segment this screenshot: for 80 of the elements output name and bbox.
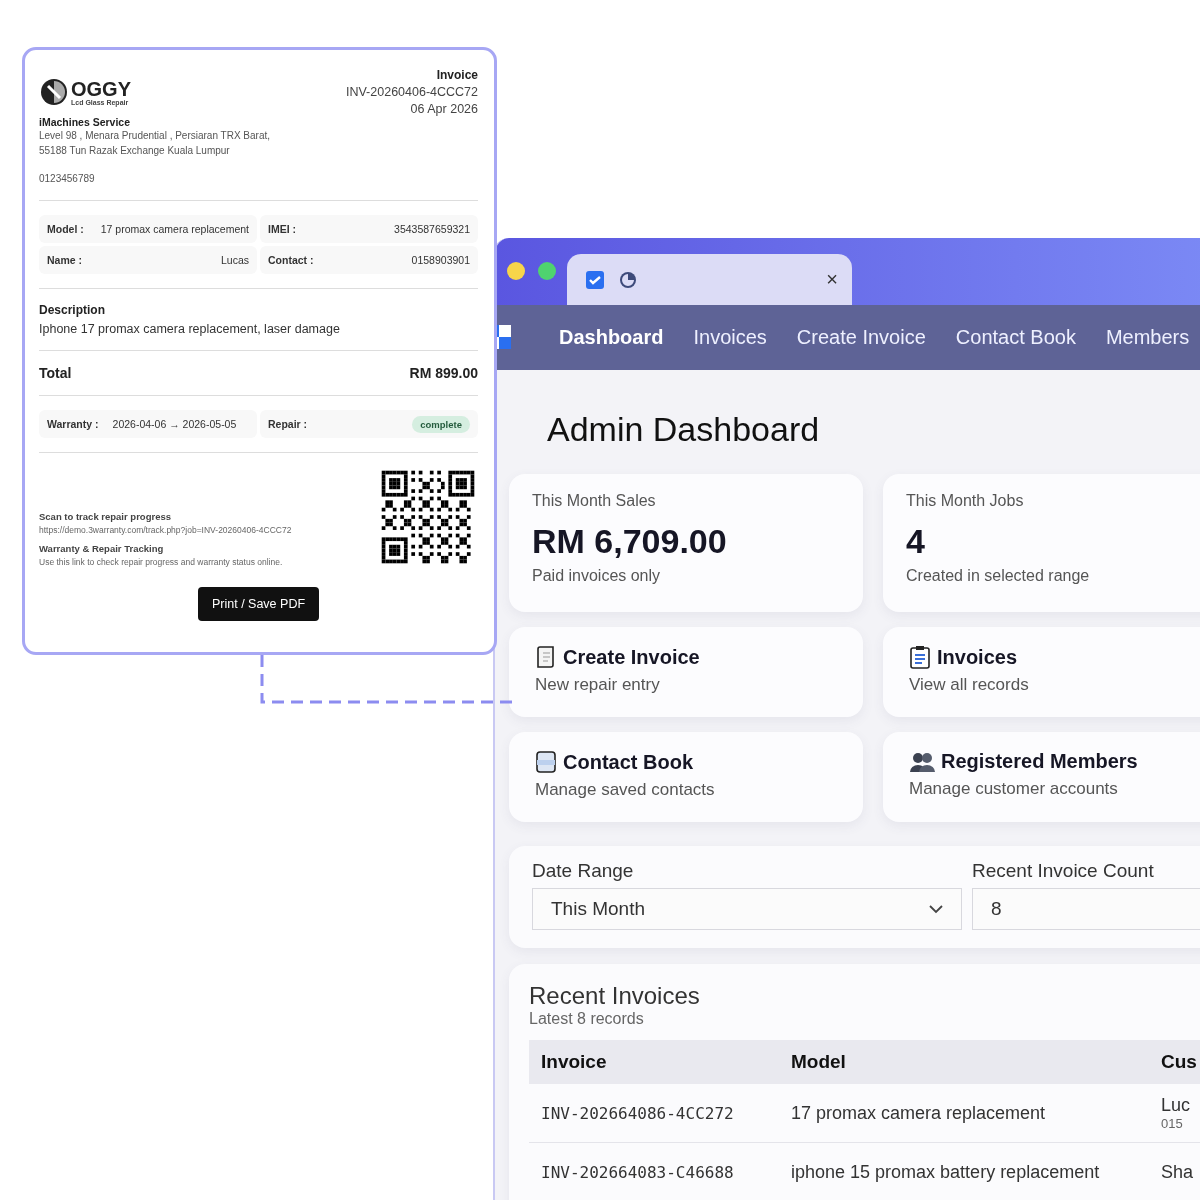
column-header: Invoice — [540, 1051, 608, 1073]
detail-value: 0158903901 — [411, 254, 470, 266]
card-title: Invoices — [937, 645, 1018, 669]
detail-value: Lucas — [220, 254, 249, 266]
minimize-icon[interactable] — [507, 262, 525, 280]
invoice-number: INV-20260406-4CCC72 — [345, 85, 478, 99]
stat-label: This Month Sales — [532, 492, 657, 510]
total-value: RM 899.00 — [409, 365, 478, 381]
description-text: Iphone 17 promax camera replacement, laser damage — [39, 322, 341, 336]
clipboard-icon — [909, 645, 931, 669]
shop-phone: 0123456789 — [39, 172, 96, 186]
tracking-note: Use this link to check repair progress and warranty status online. — [39, 557, 284, 567]
date-range-select[interactable]: This Month — [532, 888, 962, 930]
checkbox-icon — [585, 269, 605, 290]
tracking-heading: Scan to track repair progress — [39, 511, 172, 522]
card-subtitle: Manage saved contacts — [535, 780, 716, 800]
card-title: Registered Members — [941, 750, 1138, 773]
stat-value: 4 — [906, 522, 926, 561]
shortcut-card[interactable]: Registered Members Manage customer accounts — [883, 732, 1200, 822]
stat-note: Created in selected range — [906, 567, 1091, 585]
invoice-title: Invoice — [436, 68, 478, 82]
logo-name: OGGY — [71, 78, 131, 99]
section-title: Recent Invoices — [529, 982, 701, 1010]
tracking-subheading: Warranty & Repair Tracking — [39, 543, 165, 554]
shop-name: iMachines Service — [39, 116, 132, 128]
card-subtitle: View all records — [909, 675, 1030, 695]
column-header: Cus — [1161, 1051, 1197, 1073]
card-icon — [535, 750, 557, 774]
shop-address: 55188 Tun Razak Exchange Kuala Lumpur — [39, 144, 231, 158]
table-cell-text: 17 promax camera replacement — [791, 1102, 1047, 1124]
nav-link[interactable]: Contact Book — [955, 326, 1076, 349]
table-cell: Luc — [1161, 1095, 1191, 1116]
table-cell-text: 015 — [1161, 1116, 1184, 1131]
field-label: Date Range — [532, 860, 635, 882]
field-label: Recent Invoice Count — [972, 860, 1155, 882]
card-subtitle: New repair entry — [535, 675, 661, 695]
chevron-down-icon — [929, 904, 943, 914]
shortcut-card[interactable]: Contact Book Manage saved contacts — [509, 732, 863, 822]
status-badge: complete — [412, 415, 470, 433]
maximize-icon[interactable] — [538, 262, 556, 280]
detail-value: 2026-04-06 → 2026-05-05 — [112, 418, 237, 430]
detail-label: Repair : — [268, 418, 308, 430]
scroll-icon — [535, 645, 557, 669]
table-cell-text: iphone 15 promax battery replacement — [791, 1161, 1101, 1183]
tracking-link[interactable]: https://demo.3warranty.com/track.php?job=INV-20260406-4CCC72 — [39, 525, 292, 535]
shortcut-card[interactable]: Create Invoice New repair entry — [509, 627, 863, 717]
shop-address: Level 98 , Menara Prudential , Persiaran TRX Barat, — [39, 129, 272, 143]
stat-label: This Month Jobs — [906, 492, 1025, 510]
total-label: Total — [39, 365, 72, 381]
detail-value: 3543587659321 — [394, 223, 470, 235]
people-icon — [909, 750, 935, 773]
stat-note: Paid invoices only — [532, 567, 662, 585]
nav-link[interactable]: Create Invoice — [796, 326, 926, 349]
table-cell-text: INV-202664083-C46688 — [540, 1162, 735, 1182]
nav-link[interactable]: Dashboard — [559, 326, 664, 349]
card-title: Contact Book — [563, 750, 693, 774]
table-cell: Sha — [1161, 1161, 1194, 1183]
column-header: Model — [791, 1051, 847, 1073]
description-heading: Description — [39, 303, 106, 317]
detail-label: Contact : — [268, 254, 314, 266]
count-input[interactable]: 8 — [972, 888, 1200, 930]
close-button[interactable]: × — [826, 268, 838, 291]
browser-tab[interactable]: × — [567, 254, 852, 305]
detail-label: Name : — [47, 254, 82, 266]
detail-label: Model : — [47, 223, 84, 235]
shortcut-card[interactable]: Invoices View all records — [883, 627, 1200, 717]
detail-value: 17 promax camera replacement — [100, 223, 249, 235]
invoice-date: 06 Apr 2026 — [410, 102, 478, 116]
detail-label: Warranty : — [47, 418, 99, 430]
stat-value: RM 6,709.00 — [532, 522, 728, 561]
card-subtitle: Manage customer accounts — [909, 779, 1119, 799]
logo-icon — [39, 77, 69, 107]
card-title: Create Invoice — [563, 645, 700, 669]
table-cell-text: INV-202664086-4CC272 — [540, 1103, 735, 1123]
page-title: Admin Dashboard — [547, 410, 821, 449]
nav-link[interactable]: Members — [1105, 326, 1190, 349]
detail-label: IMEI : — [268, 223, 296, 235]
nav-link[interactable]: Invoices — [693, 326, 767, 349]
section-subtitle: Latest 8 records — [529, 1010, 645, 1028]
print-button[interactable]: Print / Save PDF — [197, 587, 320, 621]
